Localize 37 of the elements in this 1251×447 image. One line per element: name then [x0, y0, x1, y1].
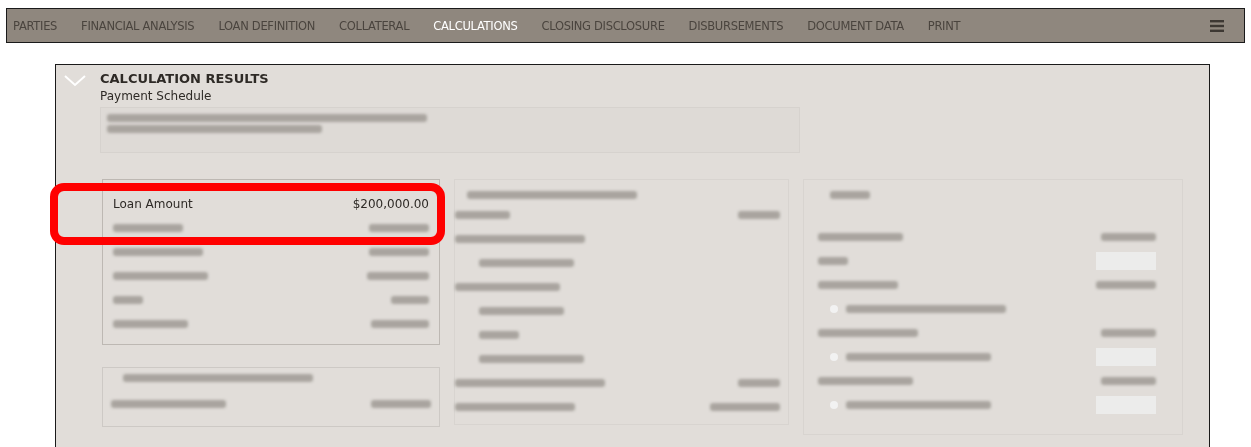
blurred-text: [830, 191, 870, 199]
blurred-text: [1096, 281, 1156, 289]
field-label: Loan Amount: [113, 197, 193, 211]
nav-tab[interactable]: CALCULATIONS: [433, 18, 518, 33]
section-title: CALCULATION RESULTS: [100, 71, 269, 86]
blurred-text: [391, 296, 429, 304]
blurred-text: [738, 211, 780, 219]
radio-button[interactable]: [830, 401, 838, 409]
radio-button[interactable]: [830, 305, 838, 313]
blurred-text: [113, 224, 183, 232]
blurred-text: [479, 331, 519, 339]
blurred-text: [367, 272, 429, 280]
blurred-text: [818, 257, 848, 265]
section-subtitle: Payment Schedule: [100, 89, 213, 103]
blurred-text: [369, 224, 429, 232]
blurred-text: [455, 211, 510, 219]
radio-button[interactable]: [830, 353, 838, 361]
blurred-text: [710, 403, 780, 411]
blurred-text: [369, 248, 429, 256]
nav-tab[interactable]: LOAN DEFINITION: [218, 18, 316, 33]
blurred-text: [371, 320, 429, 328]
nav-tab[interactable]: DISBURSEMENTS: [688, 18, 784, 33]
blurred-text: [1101, 329, 1156, 337]
nav-tab[interactable]: FINANCIAL ANALYSIS: [81, 18, 195, 33]
blurred-text: [371, 400, 431, 408]
nav-tab[interactable]: PRINT: [927, 18, 961, 33]
blurred-text: [738, 379, 780, 387]
blurred-text: [113, 296, 143, 304]
nav-tab[interactable]: COLLATERAL: [339, 18, 410, 33]
chevron-icon[interactable]: [64, 75, 86, 87]
blurred-text: [1101, 233, 1156, 241]
menu-icon[interactable]: [1210, 19, 1224, 32]
nav-tab[interactable]: PARTIES: [13, 18, 58, 33]
nav-tab[interactable]: CLOSING DISCLOSURE: [541, 18, 665, 33]
blurred-text: [1101, 377, 1156, 385]
field-value: $200,000.00: [352, 197, 429, 211]
nav-tab[interactable]: DOCUMENT DATA: [807, 18, 904, 33]
